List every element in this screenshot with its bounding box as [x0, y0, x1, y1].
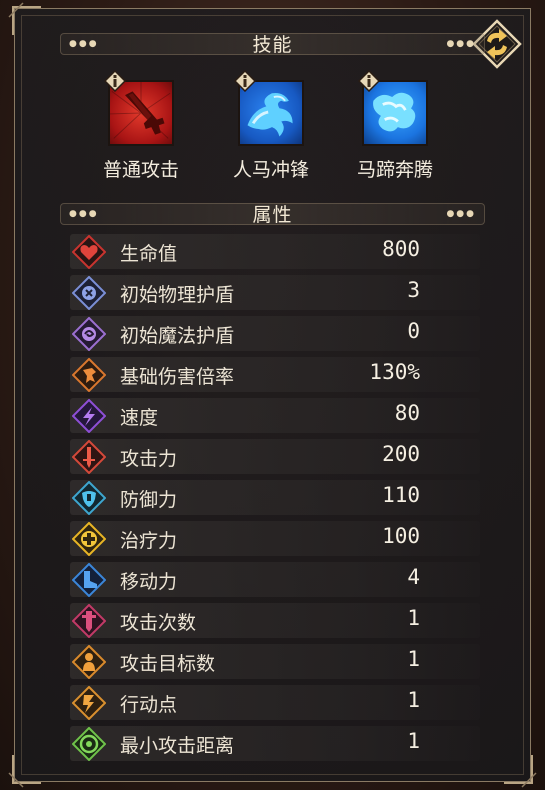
skill-tile: [358, 70, 428, 146]
attribute-label: 攻击力: [120, 448, 178, 470]
attack-count-icon: [72, 604, 106, 638]
target-count-icon: [72, 645, 106, 679]
attribute-row-speed: 速度 80: [62, 395, 480, 436]
attribute-row-attack-count: 攻击次数 1: [62, 600, 480, 641]
attribute-row-target-count: 攻击目标数 1: [62, 641, 480, 682]
attribute-row-hp: 生命值 800: [62, 231, 480, 272]
attribute-row-min-range: 最小攻击距离 1: [62, 723, 480, 764]
defense-icon: [72, 481, 106, 515]
attribute-value: 100: [382, 524, 420, 548]
attribute-value: 1: [407, 606, 420, 630]
attribute-value: 800: [382, 237, 420, 261]
boot-icon: [72, 563, 106, 597]
header-dots-right: ●●●: [446, 209, 476, 219]
attribute-value: 1: [407, 729, 420, 753]
attribute-value: 3: [407, 278, 420, 302]
skill-tile: [104, 70, 174, 146]
attributes-section-header: ●●● 属性 ●●●: [60, 203, 485, 226]
corner-ornament-icon: [504, 755, 537, 788]
attribute-label: 行动点: [120, 694, 178, 716]
corner-ornament-icon: [8, 755, 41, 788]
skill-name: 马蹄奔腾: [356, 159, 433, 181]
attribute-label: 最小攻击距离: [120, 735, 235, 757]
attribute-value: 200: [382, 442, 420, 466]
corner-ornament-icon: [8, 2, 41, 35]
attribute-value: 130%: [369, 360, 420, 384]
attribute-value: 110: [382, 483, 420, 507]
attribute-row-heal: 治疗力 100: [62, 518, 480, 559]
attribute-label: 基础伤害倍率: [120, 366, 235, 388]
damage-multiplier-icon: [72, 358, 106, 392]
attribute-row-physical-shield: 初始物理护盾 3: [62, 272, 480, 313]
skill-centaur-charge[interactable]: 人马冲锋: [221, 70, 321, 182]
info-badge-icon[interactable]: [234, 70, 256, 92]
attribute-row-movement: 移动力 4: [62, 559, 480, 600]
attribute-label: 防御力: [120, 489, 178, 511]
attribute-value: 1: [407, 647, 420, 671]
info-badge-icon[interactable]: [104, 70, 126, 92]
attributes-section-title: 属性: [252, 204, 293, 226]
attack-icon: [72, 440, 106, 474]
attribute-value: 80: [394, 401, 420, 425]
attribute-label: 攻击次数: [120, 612, 197, 634]
physical-shield-icon: [72, 276, 106, 310]
attribute-label: 速度: [120, 407, 159, 429]
attribute-row-action-point: 行动点 1: [62, 682, 480, 723]
skill-name: 普通攻击: [102, 159, 179, 181]
attribute-label: 移动力: [120, 571, 178, 593]
skills-section-title: 技能: [252, 34, 293, 56]
attribute-label: 攻击目标数: [120, 653, 216, 675]
attribute-label: 生命值: [120, 243, 178, 265]
action-point-icon: [72, 686, 106, 720]
attribute-value: 4: [407, 565, 420, 589]
attribute-value: 0: [407, 319, 420, 343]
magic-shield-icon: [72, 317, 106, 351]
attribute-label: 初始魔法护盾: [120, 325, 235, 347]
info-badge-icon[interactable]: [358, 70, 380, 92]
speed-icon: [72, 399, 106, 433]
attribute-row-magic-shield: 初始魔法护盾 0: [62, 313, 480, 354]
attribute-label: 治疗力: [120, 530, 178, 552]
attribute-row-attack: 攻击力 200: [62, 436, 480, 477]
heal-icon: [72, 522, 106, 556]
heart-icon: [72, 235, 106, 269]
range-icon: [72, 727, 106, 761]
attribute-row-damage-multiplier: 基础伤害倍率 130%: [62, 354, 480, 395]
attribute-row-defense: 防御力 110: [62, 477, 480, 518]
skill-tile: [234, 70, 304, 146]
attribute-label: 初始物理护盾: [120, 284, 235, 306]
attribute-list: 生命值 800 初始物理护盾 3 初始魔法护盾 0 基础伤害倍率 130% 速度…: [62, 231, 480, 764]
skills-section-header: ●●● 技能 ●●●: [60, 33, 485, 56]
attribute-value: 1: [407, 688, 420, 712]
skill-name: 人马冲锋: [232, 159, 309, 181]
skill-hoof-stampede[interactable]: 马蹄奔腾: [345, 70, 445, 182]
skill-normal-attack[interactable]: 普通攻击: [91, 70, 191, 182]
header-dots-right: ●●●: [446, 39, 476, 49]
